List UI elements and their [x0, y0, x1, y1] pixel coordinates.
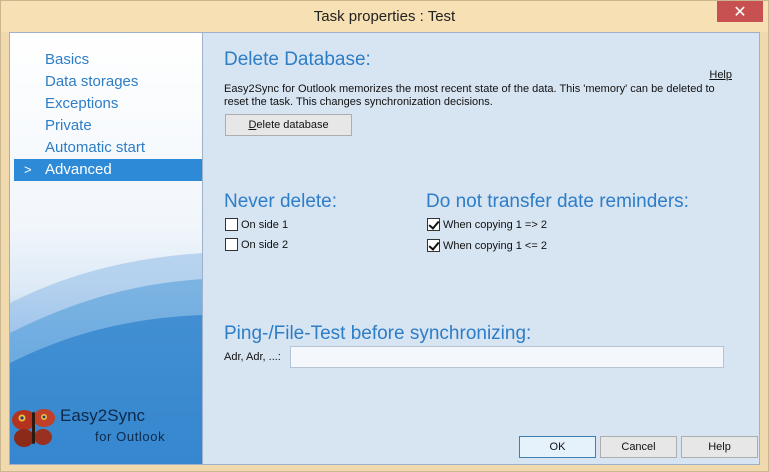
never-delete-heading: Never delete: — [224, 191, 338, 212]
dialog-client-area: Basics Data storages Exceptions Private … — [9, 32, 760, 465]
advanced-settings-panel: Delete Database: Help Easy2Sync for Outl… — [204, 33, 759, 464]
checkbox-on-side-1[interactable]: On side 1 — [225, 218, 288, 231]
sidebar: Basics Data storages Exceptions Private … — [10, 33, 203, 464]
sidebar-item-basics[interactable]: Basics — [14, 49, 202, 71]
sidebar-item-label: Data storages — [45, 73, 139, 90]
checkbox-copying-1-to-2[interactable]: When copying 1 => 2 — [427, 218, 547, 231]
logo-title: Easy2Sync — [60, 406, 146, 425]
ping-test-heading: Ping-/File-Test before synchronizing: — [224, 323, 532, 344]
checkbox-label: When copying 1 => 2 — [443, 218, 547, 231]
sidebar-item-private[interactable]: Private — [14, 115, 202, 137]
delete-database-description: Easy2Sync for Outlook memorizes the most… — [224, 83, 715, 108]
checkbox-copying-2-to-1[interactable]: When copying 1 <= 2 — [427, 239, 547, 252]
sidebar-item-label: Private — [45, 117, 92, 134]
app-logo: Easy2Sync for Outlook — [10, 396, 200, 456]
address-label: Adr, Adr, ...: — [224, 351, 281, 363]
active-marker-icon: > — [24, 162, 32, 177]
sidebar-item-label: Advanced — [45, 161, 112, 178]
help-button[interactable]: Help — [681, 436, 758, 458]
close-button[interactable]: ✕ — [717, 1, 763, 22]
title-bar[interactable]: Task properties : Test ✕ — [1, 1, 768, 32]
help-link[interactable]: Help — [709, 69, 732, 81]
checkbox-on-side-2[interactable]: On side 2 — [225, 238, 288, 251]
sidebar-item-exceptions[interactable]: Exceptions — [14, 93, 202, 115]
window-title: Task properties : Test — [313, 8, 456, 25]
checkbox-box[interactable] — [427, 218, 440, 231]
checkbox-label: On side 1 — [241, 218, 289, 231]
ok-button[interactable]: OK — [519, 436, 596, 458]
sidebar-nav: Basics Data storages Exceptions Private … — [14, 49, 202, 181]
checkbox-label: On side 2 — [241, 238, 289, 251]
sidebar-item-label: Basics — [45, 51, 90, 68]
checkbox-box[interactable] — [225, 238, 238, 251]
close-icon: ✕ — [733, 3, 747, 21]
logo-subtitle: for Outlook — [95, 429, 166, 444]
button-label: elete database — [256, 119, 329, 131]
delete-database-button[interactable]: Delete database — [225, 114, 352, 136]
checkbox-box[interactable] — [225, 218, 238, 231]
butterfly-icon — [12, 409, 55, 447]
delete-database-heading: Delete Database: — [224, 49, 371, 70]
sidebar-item-data-storages[interactable]: Data storages — [14, 71, 202, 93]
checkbox-box[interactable] — [427, 239, 440, 252]
sidebar-item-label: Exceptions — [45, 95, 119, 112]
sidebar-item-advanced[interactable]: > Advanced — [14, 159, 202, 181]
sidebar-item-automatic-start[interactable]: Automatic start — [14, 137, 202, 159]
checkbox-label: When copying 1 <= 2 — [443, 239, 547, 252]
button-mnemonic: D — [248, 119, 257, 131]
dialog-window: Task properties : Test ✕ Basics Data sto… — [0, 0, 769, 472]
address-input[interactable] — [290, 346, 724, 368]
cancel-button[interactable]: Cancel — [600, 436, 677, 458]
reminders-heading: Do not transfer date reminders: — [426, 191, 689, 212]
sidebar-item-label: Automatic start — [45, 139, 146, 156]
